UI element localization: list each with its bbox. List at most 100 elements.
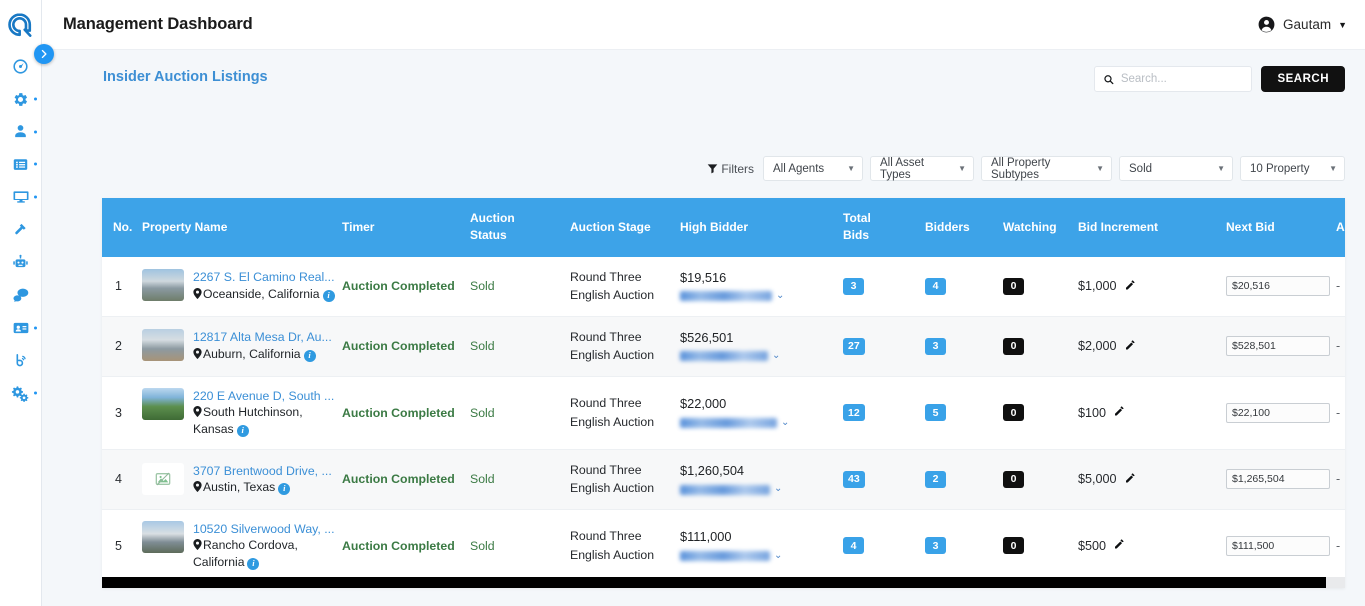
search-input[interactable] [1120, 73, 1244, 85]
header-bid-increment[interactable]: Bid Increment [1078, 198, 1226, 257]
horizontal-scrollbar[interactable] [102, 577, 1345, 588]
table-row[interactable]: 3 220 E Avenue D, South ... South Hutchins… [102, 376, 1345, 450]
filter-asset-types-value: All Asset Types [880, 156, 925, 181]
table-row[interactable]: 1 2267 S. El Camino Real... Oceanside, Cal… [102, 257, 1345, 317]
high-bidder-name-redacted [680, 551, 770, 562]
filter-property-subtypes-value: All Property Subtypes [991, 156, 1051, 181]
sidebar-dot [34, 130, 37, 134]
next-bid-input[interactable] [1226, 469, 1330, 490]
chevron-right-icon [41, 49, 47, 59]
header-auction-status-l1: Auction [470, 211, 515, 225]
next-bid-input[interactable] [1226, 402, 1330, 423]
table-body: 1 2267 S. El Camino Real... Oceanside, Cal… [102, 257, 1345, 588]
cell-bidders: 5 [925, 376, 1003, 449]
user-menu[interactable]: Gautam ▼ [1257, 15, 1347, 34]
cell-watching: 0 [1003, 449, 1078, 509]
info-icon[interactable]: i [322, 289, 335, 302]
cell-total-bids: 12 [843, 376, 925, 449]
filter-auction-status[interactable]: Sold ▼ [1119, 156, 1233, 181]
table-row[interactable]: 4 3707 Brentwood Drive, ... Austin, Texas i… [102, 449, 1345, 510]
filter-property-subtypes[interactable]: All Property Subtypes ▼ [981, 156, 1112, 181]
search-field[interactable] [1094, 66, 1253, 92]
property-location: Austin, Texas i [193, 480, 291, 495]
header-total-bids[interactable]: Total Bids [843, 198, 925, 257]
chevron-down-icon: ▼ [1329, 164, 1337, 173]
gears-icon [11, 386, 29, 402]
edit-bid-increment-button[interactable] [1113, 538, 1125, 553]
next-bid-input[interactable] [1226, 276, 1330, 297]
app-logo[interactable] [0, 0, 41, 50]
scrollbar-thumb[interactable] [102, 577, 1327, 588]
filter-page-size[interactable]: 10 Property ▼ [1240, 156, 1345, 181]
header-no[interactable]: No. [102, 198, 142, 257]
header-auction-status[interactable]: Auction Status [470, 198, 570, 257]
cell-auction-status: Sold [470, 279, 495, 294]
high-bid-amount: $526,501 [680, 329, 734, 345]
header-auction-stage[interactable]: Auction Stage [570, 198, 680, 257]
sidebar-dot [34, 162, 37, 166]
header-next-bid[interactable]: Next Bid [1226, 198, 1336, 257]
info-icon[interactable]: i [247, 557, 260, 570]
chevron-down-icon[interactable]: ⌄ [772, 349, 780, 364]
chevron-down-icon[interactable]: ⌄ [776, 289, 784, 304]
sidebar-item-tools[interactable] [0, 213, 41, 246]
property-name-link[interactable]: 220 E Avenue D, South ... [193, 388, 336, 405]
sidebar-item-admin-settings[interactable] [0, 377, 41, 410]
property-name-link[interactable]: 2267 S. El Camino Real... [193, 269, 335, 286]
edit-bid-increment-button[interactable] [1124, 472, 1136, 487]
content-area: Insider Auction Listings SEARCH Filter [42, 50, 1365, 606]
header-timer[interactable]: Timer [342, 198, 470, 257]
cell-total-bids: 4 [843, 509, 925, 582]
header-action[interactable]: Action [1336, 198, 1345, 257]
filter-agents[interactable]: All Agents ▼ [763, 156, 863, 181]
cell-next-bid [1226, 376, 1336, 449]
sidebar-item-monitor[interactable] [0, 181, 41, 214]
search-button[interactable]: SEARCH [1261, 66, 1345, 92]
filter-asset-types[interactable]: All Asset Types ▼ [870, 156, 974, 181]
edit-bid-increment-button[interactable] [1113, 405, 1125, 420]
edit-bid-increment-button[interactable] [1124, 279, 1136, 294]
chevron-down-icon[interactable]: ⌄ [774, 549, 782, 564]
cell-auction-stage: Round ThreeEnglish Auction [570, 529, 655, 562]
table-row[interactable]: 5 10520 Silverwood Way, ... Rancho Cordova… [102, 509, 1345, 583]
cell-total-bids: 43 [843, 449, 925, 509]
bidders-badge: 2 [925, 470, 946, 488]
sidebar-item-broadcast[interactable] [0, 344, 41, 377]
sidebar-item-settings[interactable] [0, 83, 41, 116]
sidebar-item-contacts[interactable] [0, 312, 41, 345]
chevron-down-icon[interactable]: ⌄ [774, 482, 782, 497]
table-header: No. Property Name Timer Auction Status A… [102, 198, 1345, 257]
property-name-link[interactable]: 3707 Brentwood Drive, ... [193, 463, 332, 480]
sidebar-item-bots[interactable] [0, 246, 41, 279]
property-name-link[interactable]: 10520 Silverwood Way, ... [193, 521, 336, 538]
cell-auction-stage: Round ThreeEnglish Auction [570, 329, 655, 363]
cell-bid-increment: $5,000 [1078, 449, 1226, 509]
header-bidders[interactable]: Bidders [925, 198, 1003, 257]
sidebar-item-users[interactable] [0, 115, 41, 148]
cell-no: 2 [115, 339, 122, 354]
edit-icon [1125, 473, 1135, 483]
sidebar-item-messages[interactable] [0, 279, 41, 312]
cell-total-bids: 3 [843, 257, 925, 316]
sidebar-item-listings[interactable] [0, 148, 41, 181]
property-name-link[interactable]: 12817 Alta Mesa Dr, Au... [193, 329, 332, 346]
cell-high-bidder: $1,260,504 ⌄ [680, 449, 843, 509]
header-total-bids-l1: Total [843, 211, 871, 225]
cell-watching: 0 [1003, 316, 1078, 376]
header-property-name[interactable]: Property Name [142, 198, 342, 257]
chat-bubbles-icon [13, 288, 28, 303]
edit-bid-increment-button[interactable] [1124, 339, 1136, 354]
header-watching[interactable]: Watching [1003, 198, 1078, 257]
sidebar-collapse-toggle[interactable] [34, 44, 54, 64]
header-high-bidder[interactable]: High Bidder [680, 198, 843, 257]
info-icon[interactable]: i [303, 349, 316, 362]
next-bid-input[interactable] [1226, 336, 1330, 357]
info-icon[interactable]: i [278, 482, 291, 495]
property-thumbnail [142, 329, 184, 362]
property-thumbnail [142, 462, 184, 495]
info-icon[interactable]: i [236, 424, 249, 437]
table-row[interactable]: 2 12817 Alta Mesa Dr, Au... Auburn, Califo… [102, 316, 1345, 377]
chevron-down-icon[interactable]: ⌄ [781, 416, 789, 431]
bid-increment-value: $5,000 [1078, 472, 1117, 487]
next-bid-input[interactable] [1226, 535, 1330, 556]
